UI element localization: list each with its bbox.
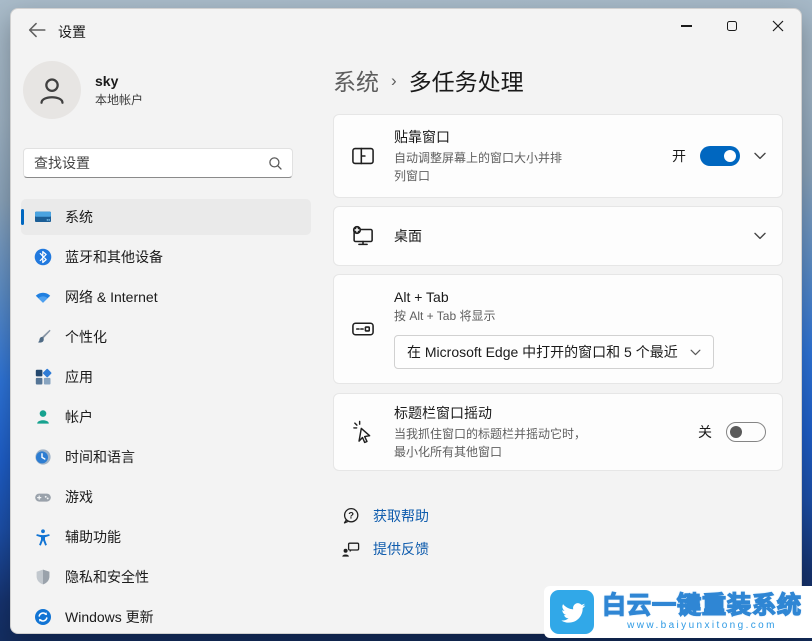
watermark-url: www.baiyunxitong.com (627, 620, 777, 631)
shake-cursor-icon (350, 420, 376, 444)
breadcrumb-separator: › (391, 69, 397, 91)
user-account-type: 本地帐户 (95, 91, 143, 108)
selected-accent-bar (21, 209, 24, 225)
search-box (23, 148, 293, 178)
sidebar-item-system[interactable]: 系统 (21, 199, 311, 235)
card-snap-windows[interactable]: 贴靠窗口 自动调整屏幕上的窗口大小并排 列窗口 开 (333, 114, 783, 198)
sidebar-nav: 系统 蓝牙和其他设备 网络 & Intern (21, 199, 311, 634)
card-description: 当我抓住窗口的标题栏并摇动它时， 最小化所有其他窗口 (394, 426, 698, 461)
watermark-title: 白云一键重装系统 (602, 593, 802, 619)
user-name: sky (95, 73, 143, 89)
chevron-down-icon[interactable] (754, 232, 766, 240)
breadcrumb-parent[interactable]: 系统 (333, 63, 379, 97)
card-title: 标题栏窗口摇动 (394, 403, 698, 423)
shield-icon (34, 568, 52, 586)
titlebar: 设置 (11, 9, 801, 49)
sidebar-item-windows-update[interactable]: Windows 更新 (21, 599, 311, 634)
toggle-state-label: 关 (698, 422, 712, 442)
watermark: 白云一键重装系统 www.baiyunxitong.com (544, 586, 812, 638)
bluetooth-icon (34, 248, 52, 266)
sidebar-item-time-language[interactable]: 时间和语言 (21, 439, 311, 475)
update-icon (34, 608, 52, 626)
app-title: 设置 (58, 22, 86, 42)
minimize-icon (681, 25, 692, 26)
search-input[interactable] (34, 149, 259, 177)
snap-windows-icon (350, 144, 376, 168)
sidebar-item-bluetooth-devices[interactable]: 蓝牙和其他设备 (21, 239, 311, 275)
snap-windows-toggle[interactable] (700, 146, 740, 166)
breadcrumb: 系统 › 多任务处理 (333, 63, 524, 97)
card-title-bar-shake: 标题栏窗口摇动 当我抓住窗口的标题栏并摇动它时， 最小化所有其他窗口 关 (333, 393, 783, 471)
sidebar-item-gaming[interactable]: 游戏 (21, 479, 311, 515)
minimize-button[interactable] (663, 9, 709, 43)
sidebar-item-privacy-security[interactable]: 隐私和安全性 (21, 559, 311, 595)
brush-icon (34, 328, 52, 346)
chevron-down-icon (690, 349, 701, 356)
toggle-state-label: 开 (672, 146, 686, 166)
desktops-icon (350, 224, 376, 248)
toggle-knob (730, 426, 742, 438)
chevron-down-icon[interactable] (754, 152, 766, 160)
feedback-icon (341, 539, 361, 559)
clock-globe-icon (34, 448, 52, 466)
back-arrow-icon (26, 19, 48, 41)
sidebar-item-apps[interactable]: 应用 (21, 359, 311, 395)
search-icon[interactable] (268, 156, 283, 176)
apps-icon (34, 368, 52, 386)
link-label: 获取帮助 (373, 506, 429, 526)
link-label: 提供反馈 (373, 539, 429, 559)
card-alt-tab: Alt + Tab 按 Alt + Tab 将显示 在 Microsoft Ed… (333, 274, 783, 384)
card-desktops[interactable]: 桌面 (333, 206, 783, 266)
alt-tab-icon (350, 317, 376, 341)
toggle-knob (724, 150, 736, 162)
title-bar-shake-toggle[interactable] (726, 422, 766, 442)
wifi-icon (34, 288, 52, 306)
system-icon (34, 208, 52, 226)
close-icon (772, 20, 784, 32)
gamepad-icon (34, 488, 52, 506)
sidebar-item-accounts[interactable]: 帐户 (21, 399, 311, 435)
maximize-button[interactable] (709, 9, 755, 43)
maximize-icon (727, 21, 737, 31)
avatar (23, 61, 81, 119)
user-profile[interactable]: sky 本地帐户 (23, 61, 143, 119)
watermark-bird-icon (550, 590, 594, 634)
svg-text:?: ? (348, 510, 354, 521)
page-title: 多任务处理 (409, 63, 524, 97)
dropdown-selected-value: 在 Microsoft Edge 中打开的窗口和 5 个最近 (407, 342, 678, 362)
sidebar-item-accessibility[interactable]: 辅助功能 (21, 519, 311, 555)
desktop-wallpaper: 设置 sky 本地帐户 (0, 0, 812, 641)
person-icon (35, 73, 69, 107)
card-title: 贴靠窗口 (394, 127, 672, 147)
card-description: 自动调整屏幕上的窗口大小并排 列窗口 (394, 150, 672, 185)
accessibility-icon (34, 528, 52, 546)
back-button[interactable] (23, 17, 51, 43)
close-button[interactable] (755, 9, 801, 43)
get-help-link[interactable]: ? 获取帮助 (341, 506, 429, 526)
sidebar-item-personalization[interactable]: 个性化 (21, 319, 311, 355)
card-description: 按 Alt + Tab 将显示 (394, 308, 766, 325)
card-title: 桌面 (394, 226, 754, 246)
card-title: Alt + Tab (394, 289, 766, 305)
accounts-icon (34, 408, 52, 426)
alt-tab-dropdown[interactable]: 在 Microsoft Edge 中打开的窗口和 5 个最近 (394, 335, 714, 369)
settings-window: 设置 sky 本地帐户 (10, 8, 802, 634)
sidebar-item-network-internet[interactable]: 网络 & Internet (21, 279, 311, 315)
help-icon: ? (341, 506, 361, 526)
give-feedback-link[interactable]: 提供反馈 (341, 539, 429, 559)
